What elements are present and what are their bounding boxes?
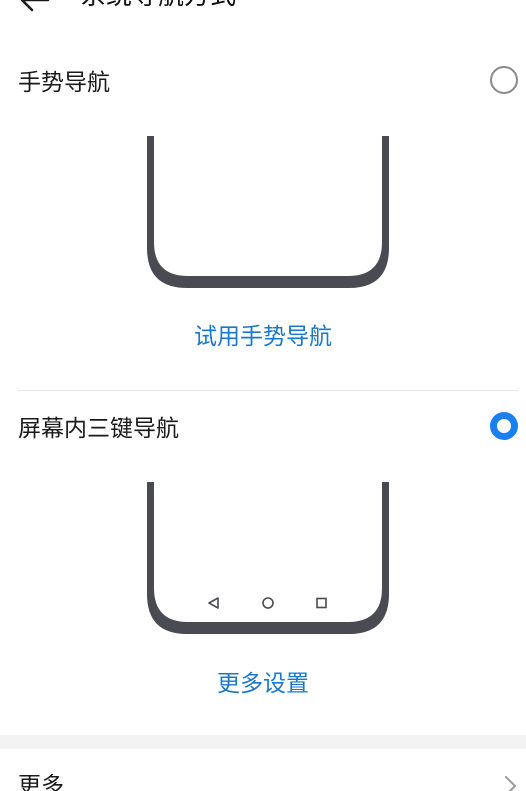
section-separator [0, 735, 526, 749]
option-label: 屏幕内三键导航 [18, 416, 179, 442]
more-settings-link[interactable]: 更多设置 [0, 669, 526, 699]
radio-gesture-navigation[interactable] [490, 66, 518, 94]
back-arrow-icon[interactable] [14, 0, 58, 22]
page-title: 系统导航方式 [80, 0, 236, 12]
three-key-phone-illustration [147, 482, 389, 634]
nav-back-icon [208, 597, 219, 609]
option-label: 手势导航 [18, 70, 110, 96]
radio-three-key-navigation[interactable] [490, 412, 518, 440]
app-header: 系统导航方式 [0, 0, 526, 22]
divider [18, 390, 518, 391]
option-gesture-navigation[interactable]: 手势导航 [0, 58, 526, 108]
try-gesture-navigation-link[interactable]: 试用手势导航 [0, 322, 526, 352]
nav-home-icon [262, 597, 274, 609]
option-three-key-navigation[interactable]: 屏幕内三键导航 [0, 404, 526, 454]
navigation-settings-page: 系统导航方式 手势导航 试用手势导航 屏幕内三键导航 更多设置 更多 [0, 0, 526, 791]
nav-recent-icon [316, 597, 327, 609]
more-row[interactable]: 更多 [0, 749, 526, 791]
more-label: 更多 [18, 773, 64, 791]
chevron-right-icon [505, 776, 516, 791]
gesture-phone-illustration [147, 136, 389, 288]
